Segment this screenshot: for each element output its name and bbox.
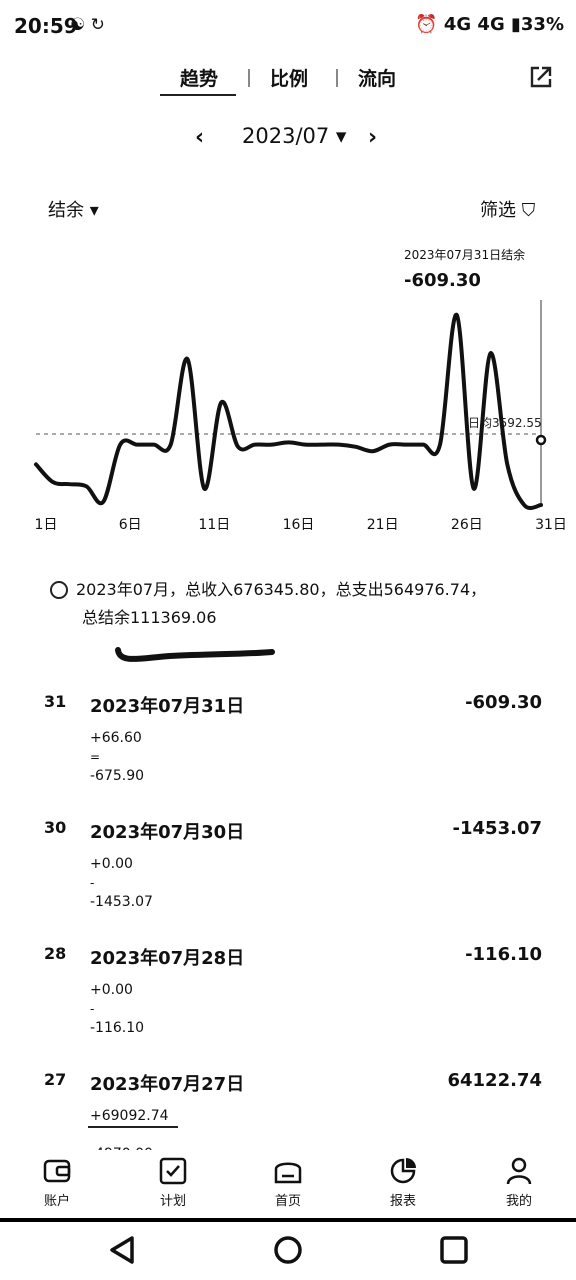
list-item[interactable]: 31 2023年07月31日 -609.30 +66.60 = -675.90 xyxy=(0,692,576,812)
pie-chart-icon xyxy=(390,1158,416,1184)
status-left-icons: ☯ ↻ xyxy=(70,15,105,35)
metric-dropdown[interactable]: 结余 ▾ xyxy=(48,196,99,222)
tab-active-indicator xyxy=(160,94,236,96)
nav-plan[interactable]: 计划 xyxy=(138,1150,208,1209)
nav-label: 账户 xyxy=(43,1194,70,1209)
system-navigation-bar xyxy=(0,1222,576,1280)
day-date: 2023年07月27日 xyxy=(90,1074,245,1095)
day-separator: = xyxy=(90,750,101,764)
series-line xyxy=(34,312,543,510)
day-total: -116.10 xyxy=(465,944,542,965)
x-tick-label: 1日 xyxy=(35,517,58,533)
x-tick-label: 21日 xyxy=(367,517,399,533)
day-date: 2023年07月30日 xyxy=(90,822,245,843)
next-month-button[interactable]: › xyxy=(368,125,377,150)
day-total: 64122.74 xyxy=(447,1070,542,1091)
back-icon[interactable] xyxy=(106,1234,138,1266)
day-expense: -675.90 xyxy=(90,768,145,784)
day-date: 2023年07月31日 xyxy=(90,696,245,717)
status-right-info: ⏰ 4G 4G ▮33% xyxy=(415,14,564,35)
tab-ratio[interactable]: 比例 xyxy=(270,64,308,91)
x-tick-label: 16日 xyxy=(283,517,315,533)
person-icon xyxy=(506,1157,532,1185)
list-item[interactable]: 28 2023年07月28日 -116.10 +0.00 - -116.10 xyxy=(0,944,576,1064)
filter-button[interactable]: 筛选 ⛉ xyxy=(480,196,535,222)
day-income: +0.00 xyxy=(90,982,133,998)
x-tick-label: 6日 xyxy=(119,517,142,533)
checkbox-icon xyxy=(159,1157,187,1185)
list-item[interactable]: 30 2023年07月30日 -1453.07 +0.00 - -1453.07 xyxy=(0,818,576,938)
day-number: 30 xyxy=(44,818,67,837)
day-number: 31 xyxy=(44,692,67,711)
tab-separator xyxy=(336,69,338,87)
balance-trend-chart[interactable]: 1日 6日 11日 16日 21日 26日 31日 日均3592.55 xyxy=(0,290,576,540)
day-date: 2023年07月28日 xyxy=(90,948,245,969)
summary-line-1: 2023年07月，总收入676345.80，总支出564976.74， xyxy=(76,580,487,599)
x-tick-label: 31日 xyxy=(535,517,567,533)
x-tick-label: 11日 xyxy=(198,517,230,533)
nav-label: 首页 xyxy=(274,1194,301,1209)
tooltip-value: -609.30 xyxy=(404,270,481,291)
prev-month-button[interactable]: ‹ xyxy=(195,125,204,150)
month-summary: 2023年07月，总收入676345.80，总支出564976.74， 总结余1… xyxy=(50,576,530,632)
home-icon xyxy=(274,1162,302,1184)
day-total: -1453.07 xyxy=(452,818,542,839)
tab-trend[interactable]: 趋势 xyxy=(180,64,218,91)
nav-reports[interactable]: 报表 xyxy=(368,1150,438,1209)
day-income: +69092.74 xyxy=(90,1108,169,1124)
income-underline xyxy=(88,1126,178,1128)
day-total: -609.30 xyxy=(465,692,542,713)
x-tick-label: 26日 xyxy=(451,517,483,533)
summary-line-2: 总结余111369.06 xyxy=(82,608,217,627)
selected-point[interactable] xyxy=(535,434,547,446)
day-income: +66.60 xyxy=(90,730,142,746)
nav-label: 计划 xyxy=(159,1194,186,1209)
day-separator: - xyxy=(90,1002,95,1016)
tooltip-date: 2023年07月31日结余 xyxy=(404,248,526,262)
tab-separator xyxy=(248,69,250,87)
share-icon[interactable] xyxy=(528,64,554,90)
status-bar: 20:59 ☯ ↻ ⏰ 4G 4G ▮33% xyxy=(0,0,576,54)
nav-label: 报表 xyxy=(389,1194,416,1209)
recents-icon[interactable] xyxy=(438,1234,470,1266)
day-income: +0.00 xyxy=(90,856,133,872)
nav-home[interactable]: 首页 xyxy=(253,1150,323,1209)
nav-accounts[interactable]: 账户 xyxy=(22,1150,92,1209)
month-selector[interactable]: 2023/07 ▾ xyxy=(242,124,346,148)
wallet-icon xyxy=(43,1159,71,1183)
nav-label: 我的 xyxy=(505,1194,532,1209)
tab-flow[interactable]: 流向 xyxy=(358,64,396,91)
day-separator: - xyxy=(90,876,95,890)
status-time: 20:59 xyxy=(14,14,78,38)
scribble-mark xyxy=(115,647,275,662)
day-number: 28 xyxy=(44,944,67,963)
day-number: 27 xyxy=(44,1070,67,1089)
info-icon xyxy=(50,581,68,599)
average-label: 日均3592.55 xyxy=(468,416,542,430)
home-circle-icon[interactable] xyxy=(272,1234,304,1266)
day-expense: -1453.07 xyxy=(90,894,153,910)
bottom-navigation: 账户 计划 首页 报表 我的 xyxy=(0,1150,576,1218)
nav-me[interactable]: 我的 xyxy=(484,1150,554,1209)
day-expense: -116.10 xyxy=(90,1020,145,1036)
